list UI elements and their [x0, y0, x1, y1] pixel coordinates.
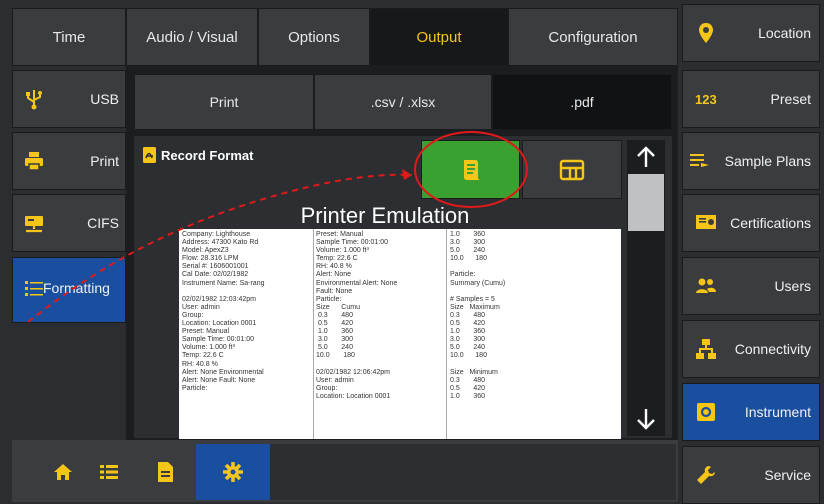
annotation-arrow [27, 169, 413, 323]
